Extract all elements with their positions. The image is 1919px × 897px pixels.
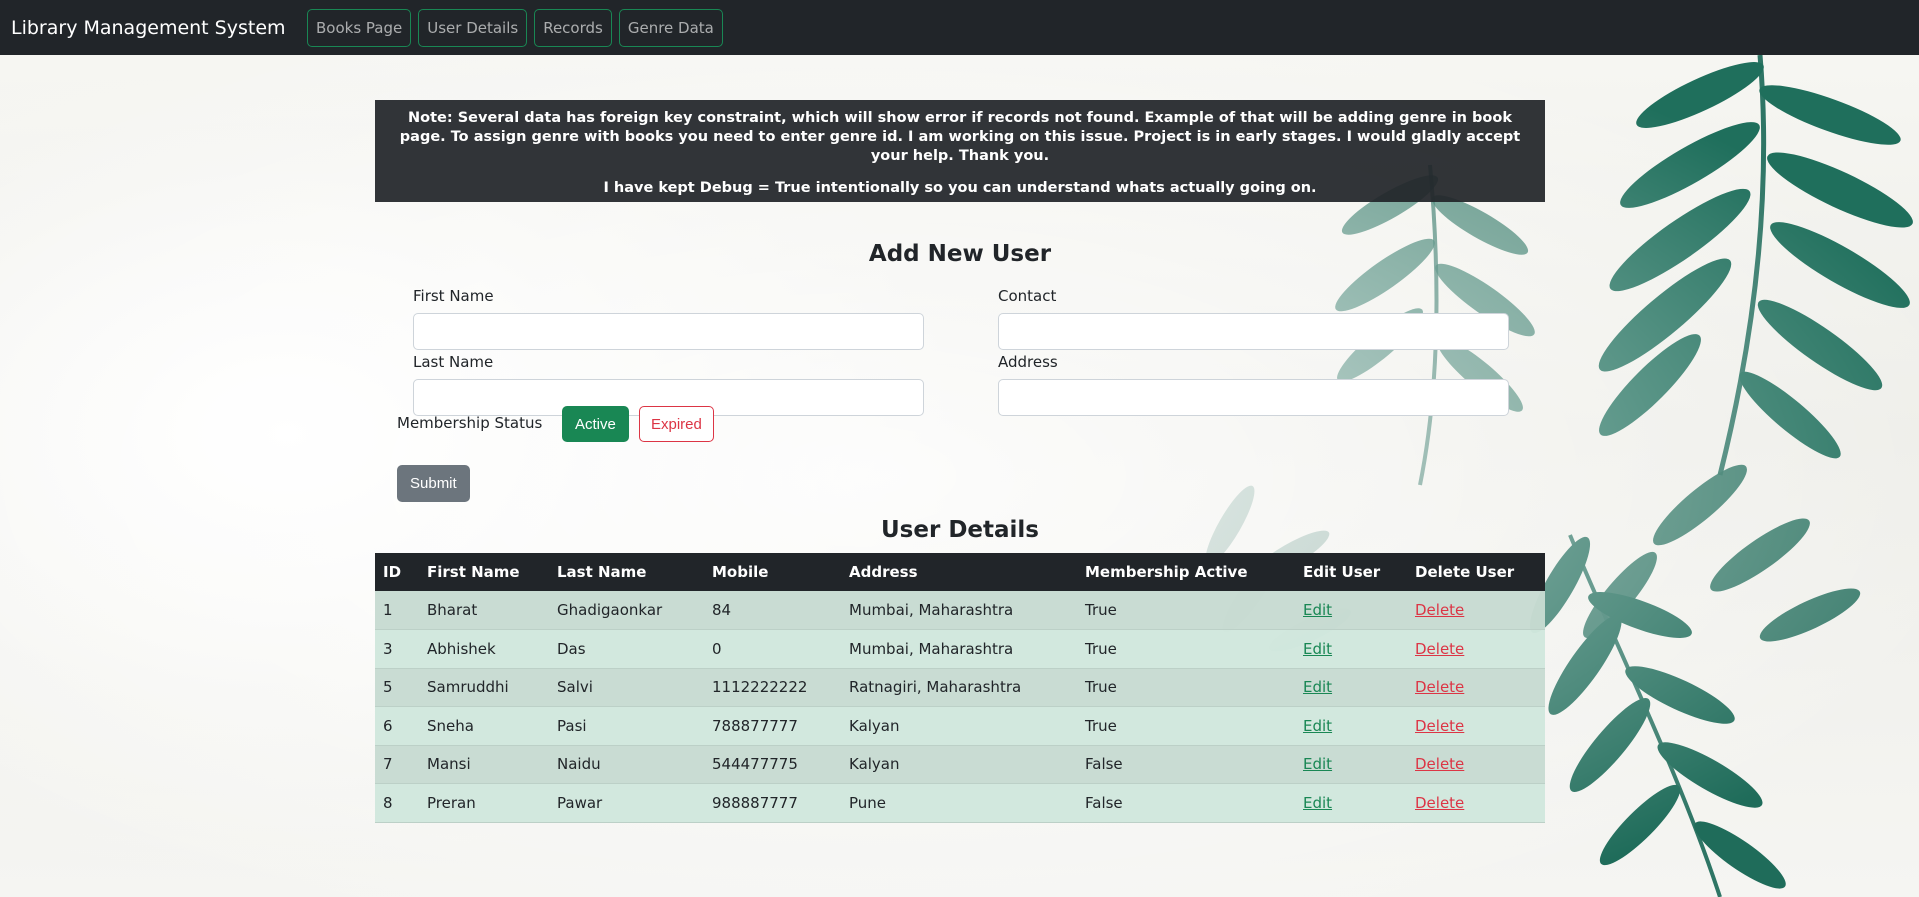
table-row: 6 Sneha Pasi 788877777 Kalyan True Edit … (375, 706, 1545, 746)
edit-user-link[interactable]: Edit (1303, 678, 1332, 696)
cell-membership: False (1077, 783, 1295, 823)
cell-id: 7 (375, 745, 419, 784)
user-table: ID First Name Last Name Mobile Address M… (375, 553, 1545, 823)
cell-first-name: Bharat (419, 591, 549, 630)
edit-user-link[interactable]: Edit (1303, 794, 1332, 812)
table-row: 8 Preran Pawar 988887777 Pune False Edit… (375, 783, 1545, 823)
note-text: Note: Several data has foreign key const… (399, 110, 1521, 164)
cell-first-name: Sneha (419, 706, 549, 746)
add-user-title: Add New User (868, 241, 1052, 267)
cell-first-name: Mansi (419, 745, 549, 784)
note-banner: Note: Several data has foreign key const… (375, 100, 1545, 202)
cell-id: 3 (375, 629, 419, 669)
column-header: Address (849, 563, 918, 581)
cell-id: 6 (375, 706, 419, 746)
edit-user-link[interactable]: Edit (1303, 640, 1332, 658)
column-header: Delete User (1415, 563, 1515, 581)
cell-last-name: Salvi (549, 668, 704, 707)
main-content: Note: Several data has foreign key const… (375, 100, 1545, 823)
cell-id: 1 (375, 591, 419, 630)
app-brand[interactable]: Library Management System (11, 17, 307, 39)
expired-status-button[interactable]: Expired (639, 406, 714, 442)
column-header: Mobile (712, 563, 769, 581)
column-header: Membership Active (1085, 563, 1248, 581)
cell-last-name: Naidu (549, 745, 704, 784)
cell-mobile: 84 (704, 591, 841, 630)
contact-group: Contact (998, 287, 1509, 350)
membership-status-label: Membership Status (397, 414, 543, 432)
table-row: 7 Mansi Naidu 544477775 Kalyan False Edi… (375, 745, 1545, 784)
address-group: Address (998, 353, 1509, 416)
column-header: Edit User (1303, 563, 1381, 581)
active-status-button[interactable]: Active (562, 406, 629, 442)
table-header-row: ID First Name Last Name Mobile Address M… (375, 553, 1545, 591)
add-user-form: First Name Contact Last Name Address Mem… (375, 271, 1545, 541)
cell-last-name: Das (549, 629, 704, 669)
cell-last-name: Pasi (549, 706, 704, 746)
cell-address: Mumbai, Maharashtra (841, 629, 1077, 669)
delete-user-link[interactable]: Delete (1415, 794, 1464, 812)
column-header: ID (383, 563, 402, 581)
contact-label: Contact (998, 287, 1057, 305)
cell-first-name: Samruddhi (419, 668, 549, 707)
cell-first-name: Abhishek (419, 629, 549, 669)
cell-address: Kalyan (841, 745, 1077, 784)
delete-user-link[interactable]: Delete (1415, 601, 1464, 619)
cell-mobile: 788877777 (704, 706, 841, 746)
cell-id: 5 (375, 668, 419, 707)
delete-user-link[interactable]: Delete (1415, 755, 1464, 773)
cell-address: Kalyan (841, 706, 1077, 746)
cell-membership: True (1077, 706, 1295, 746)
table-row: 3 Abhishek Das 0 Mumbai, Maharashtra Tru… (375, 629, 1545, 669)
cell-mobile: 1112222222 (704, 668, 841, 707)
delete-user-link[interactable]: Delete (1415, 717, 1464, 735)
first-name-group: First Name (413, 287, 924, 350)
delete-user-link[interactable]: Delete (1415, 640, 1464, 658)
cell-mobile: 988887777 (704, 783, 841, 823)
edit-user-link[interactable]: Edit (1303, 755, 1332, 773)
cell-address: Pune (841, 783, 1077, 823)
delete-user-link[interactable]: Delete (1415, 678, 1464, 696)
contact-input[interactable] (998, 313, 1509, 350)
cell-last-name: Pawar (549, 783, 704, 823)
cell-address: Mumbai, Maharashtra (841, 591, 1077, 630)
nav-user-details-button[interactable]: User Details (418, 8, 528, 47)
cell-address: Ratnagiri, Maharashtra (841, 668, 1077, 707)
nav-genre-data-button[interactable]: Genre Data (618, 8, 723, 47)
address-label: Address (998, 353, 1058, 371)
cell-membership: True (1077, 668, 1295, 707)
edit-user-link[interactable]: Edit (1303, 601, 1332, 619)
cell-last-name: Ghadigaonkar (549, 591, 704, 630)
column-header: Last Name (557, 563, 647, 581)
table-row: 1 Bharat Ghadigaonkar 84 Mumbai, Maharas… (375, 591, 1545, 630)
top-navbar: Library Management System Books Page Use… (0, 0, 1919, 55)
cell-mobile: 544477775 (704, 745, 841, 784)
cell-membership: False (1077, 745, 1295, 784)
cell-mobile: 0 (704, 629, 841, 669)
column-header: First Name (427, 563, 520, 581)
first-name-label: First Name (413, 287, 494, 305)
nav-records-button[interactable]: Records (534, 8, 612, 47)
first-name-input[interactable] (413, 313, 924, 350)
nav-books-page-button[interactable]: Books Page (307, 8, 412, 47)
submit-button[interactable]: Submit (397, 465, 470, 502)
address-input[interactable] (998, 379, 1509, 416)
debug-note-text: I have kept Debug = True intentionally s… (603, 180, 1317, 196)
edit-user-link[interactable]: Edit (1303, 717, 1332, 735)
cell-id: 8 (375, 783, 419, 823)
cell-membership: True (1077, 591, 1295, 630)
table-row: 5 Samruddhi Salvi 1112222222 Ratnagiri, … (375, 668, 1545, 707)
last-name-label: Last Name (413, 353, 494, 371)
cell-first-name: Preran (419, 783, 549, 823)
cell-membership: True (1077, 629, 1295, 669)
